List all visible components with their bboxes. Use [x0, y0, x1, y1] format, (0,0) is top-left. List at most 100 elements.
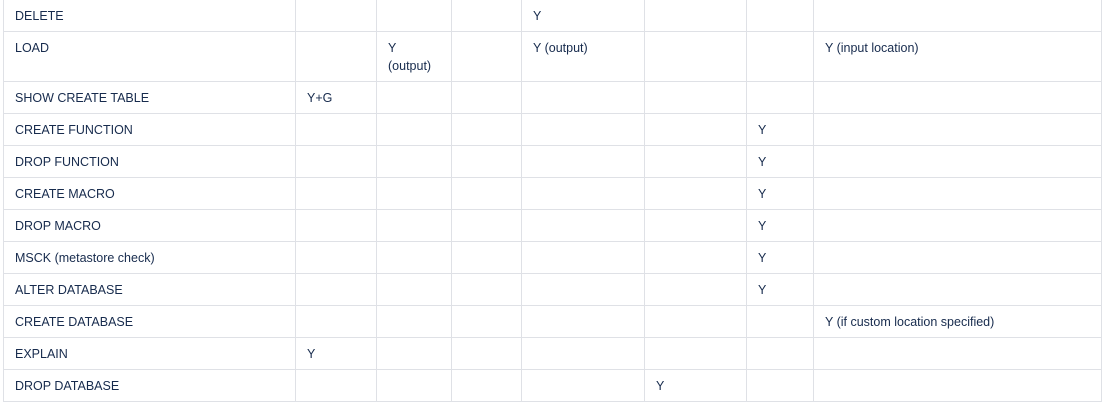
table-row-drop-macro: DROP MACRO Y — [3, 209, 1102, 242]
table-cell-operation: CREATE MACRO — [3, 177, 296, 210]
table-cell-operation: DROP MACRO — [3, 209, 296, 242]
privileges-table: DELETE Y LOAD Y (output) Y (output) Y (i… — [3, 0, 1102, 402]
table-cell — [813, 145, 1102, 178]
table-cell — [451, 273, 522, 306]
table-cell — [813, 177, 1102, 210]
table-row-alter-database: ALTER DATABASE Y — [3, 273, 1102, 306]
table-cell — [521, 241, 645, 274]
table-cell — [644, 209, 747, 242]
table-cell — [376, 113, 452, 146]
table-cell: Y — [746, 241, 814, 274]
table-cell — [521, 145, 645, 178]
table-cell — [644, 337, 747, 370]
table-cell-operation: DROP FUNCTION — [3, 145, 296, 178]
table-cell — [813, 209, 1102, 242]
table-cell — [295, 305, 377, 338]
table-cell — [376, 337, 452, 370]
table-cell — [376, 0, 452, 32]
table-cell — [746, 31, 814, 82]
table-cell — [451, 113, 522, 146]
table-cell-operation: DELETE — [3, 0, 296, 32]
table-cell — [295, 113, 377, 146]
table-cell — [644, 145, 747, 178]
table-cell — [451, 177, 522, 210]
privileges-table-container: DELETE Y LOAD Y (output) Y (output) Y (i… — [0, 0, 1106, 406]
table-row-load: LOAD Y (output) Y (output) Y (input loca… — [3, 31, 1102, 82]
table-cell — [644, 305, 747, 338]
table-cell — [451, 337, 522, 370]
table-cell-operation: DROP DATABASE — [3, 369, 296, 402]
table-cell: Y — [521, 0, 645, 32]
table-cell-operation: MSCK (metastore check) — [3, 241, 296, 274]
table-cell-operation: SHOW CREATE TABLE — [3, 81, 296, 114]
table-cell — [813, 337, 1102, 370]
table-cell — [813, 369, 1102, 402]
table-row-create-function: CREATE FUNCTION Y — [3, 113, 1102, 146]
table-cell — [746, 81, 814, 114]
table-cell — [295, 273, 377, 306]
table-cell — [376, 273, 452, 306]
table-cell: Y — [746, 113, 814, 146]
table-cell: Y — [746, 273, 814, 306]
table-cell — [376, 305, 452, 338]
table-cell — [376, 369, 452, 402]
table-cell-operation: CREATE DATABASE — [3, 305, 296, 338]
table-cell-operation: LOAD — [3, 31, 296, 82]
table-row-delete: DELETE Y — [3, 0, 1102, 32]
table-row-show-create-table: SHOW CREATE TABLE Y+G — [3, 81, 1102, 114]
table-cell — [451, 31, 522, 82]
table-cell — [813, 241, 1102, 274]
table-cell — [451, 209, 522, 242]
table-cell: Y — [746, 145, 814, 178]
table-cell — [451, 81, 522, 114]
table-cell — [295, 209, 377, 242]
table-cell — [644, 31, 747, 82]
table-cell: Y — [746, 209, 814, 242]
table-cell: Y — [295, 337, 377, 370]
table-cell — [376, 145, 452, 178]
table-cell — [521, 209, 645, 242]
table-cell — [295, 369, 377, 402]
table-cell — [644, 177, 747, 210]
table-cell — [521, 305, 645, 338]
table-cell-operation: EXPLAIN — [3, 337, 296, 370]
table-cell — [376, 241, 452, 274]
table-cell — [451, 145, 522, 178]
table-cell — [644, 241, 747, 274]
table-body: DELETE Y LOAD Y (output) Y (output) Y (i… — [3, 0, 1102, 402]
table-cell — [813, 273, 1102, 306]
table-cell — [813, 113, 1102, 146]
table-cell — [746, 0, 814, 32]
table-row-drop-database: DROP DATABASE Y — [3, 369, 1102, 402]
table-cell — [521, 81, 645, 114]
table-cell — [295, 0, 377, 32]
table-cell — [295, 177, 377, 210]
table-cell — [813, 81, 1102, 114]
table-cell — [376, 81, 452, 114]
table-cell — [376, 177, 452, 210]
table-cell — [521, 369, 645, 402]
table-row-drop-function: DROP FUNCTION Y — [3, 145, 1102, 178]
table-cell-operation: CREATE FUNCTION — [3, 113, 296, 146]
table-row-create-database: CREATE DATABASE Y (if custom location sp… — [3, 305, 1102, 338]
table-cell: Y (output) — [376, 31, 452, 82]
table-cell: Y (input location) — [813, 31, 1102, 82]
table-cell: Y+G — [295, 81, 377, 114]
table-cell — [644, 113, 747, 146]
table-cell: Y — [644, 369, 747, 402]
table-cell: Y (output) — [521, 31, 645, 82]
table-cell — [644, 81, 747, 114]
table-cell — [746, 337, 814, 370]
table-cell — [644, 0, 747, 32]
table-cell — [521, 113, 645, 146]
table-row-create-macro: CREATE MACRO Y — [3, 177, 1102, 210]
table-cell — [746, 369, 814, 402]
table-cell-operation: ALTER DATABASE — [3, 273, 296, 306]
table-cell — [813, 0, 1102, 32]
table-cell — [451, 241, 522, 274]
table-cell — [376, 209, 452, 242]
table-cell — [451, 0, 522, 32]
table-cell: Y (if custom location specified) — [813, 305, 1102, 338]
table-cell: Y — [746, 177, 814, 210]
table-cell — [295, 145, 377, 178]
